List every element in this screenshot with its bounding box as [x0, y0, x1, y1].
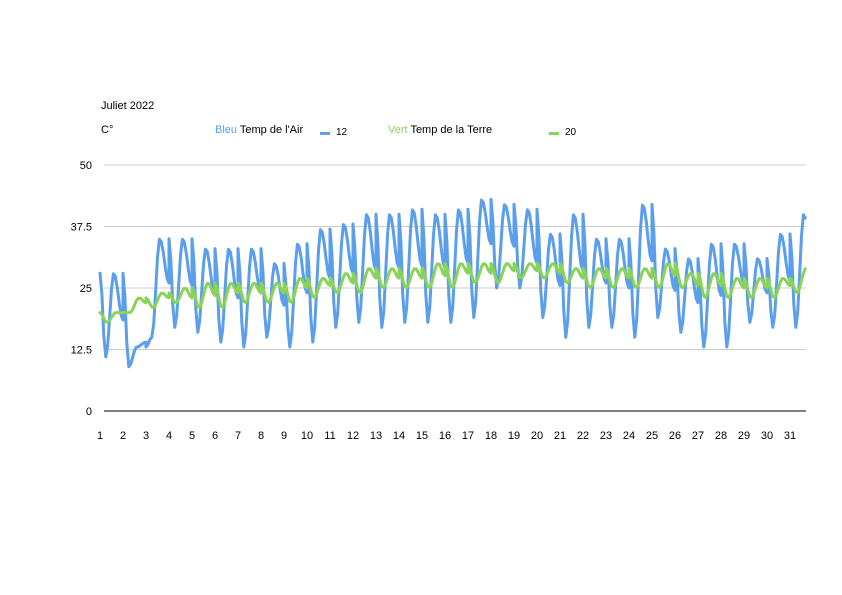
x-tick-label: 8	[258, 430, 264, 442]
x-tick-label: 20	[531, 430, 543, 442]
x-tick-label: 15	[416, 430, 428, 442]
x-tick-label: 6	[212, 430, 218, 442]
x-tick-label: 13	[370, 430, 382, 442]
x-tick-label: 22	[577, 430, 589, 442]
x-tick-label: 9	[281, 430, 287, 442]
x-tick-label: 29	[738, 430, 750, 442]
y-tick-label: 50	[80, 160, 92, 172]
y-tick-label: 12.5	[71, 345, 92, 357]
y-tick-label: 37.5	[71, 222, 92, 234]
x-tick-label: 21	[554, 430, 566, 442]
x-tick-label: 2	[120, 430, 126, 442]
x-tick-label: 7	[235, 430, 241, 442]
y-tick-label: 0	[86, 406, 92, 418]
x-tick-label: 31	[784, 430, 796, 442]
x-tick-label: 10	[301, 430, 313, 442]
y-tick-label: 25	[80, 283, 92, 295]
x-tick-label: 12	[347, 430, 359, 442]
x-tick-label: 14	[393, 430, 405, 442]
x-tick-label: 1	[97, 430, 103, 442]
x-tick-label: 3	[143, 430, 149, 442]
x-tick-label: 19	[508, 430, 520, 442]
x-tick-label: 11	[324, 430, 335, 442]
x-tick-label: 18	[485, 430, 497, 442]
x-tick-label: 17	[462, 430, 474, 442]
x-tick-label: 24	[623, 430, 635, 442]
x-tick-label: 28	[715, 430, 727, 442]
x-tick-label: 5	[189, 430, 195, 442]
x-tick-label: 4	[166, 430, 172, 442]
x-tick-label: 16	[439, 430, 451, 442]
x-tick-label: 30	[761, 430, 773, 442]
line-chart: 012.52537.5501 2 3 4 5 6 7 8 9 10 11 12 13 14 15 16 17 18…	[71, 160, 807, 442]
x-tick-label: 23	[600, 430, 612, 442]
x-tick-label: 27	[692, 430, 704, 442]
x-tick-label: 26	[669, 430, 681, 442]
x-tick-label: 25	[646, 430, 658, 442]
